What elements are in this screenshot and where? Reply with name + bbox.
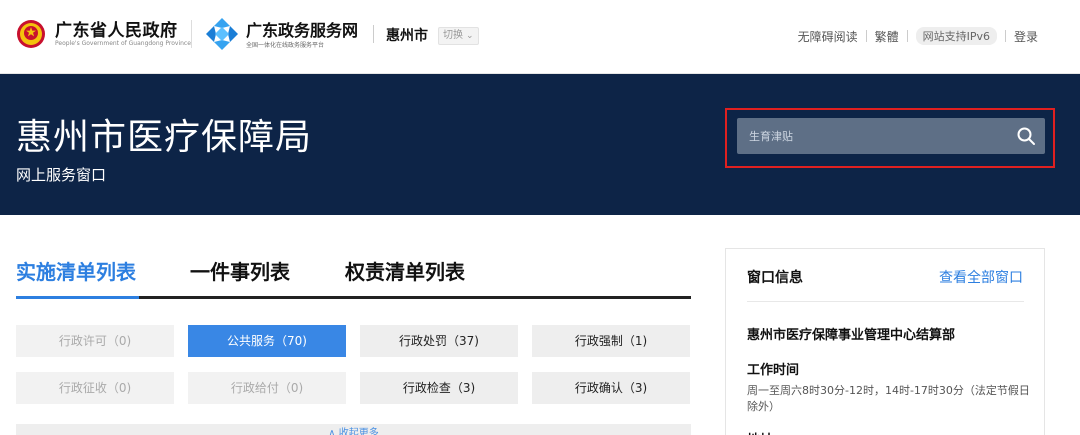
active-tab-indicator (16, 296, 139, 299)
divider (373, 25, 374, 43)
category-administrative-penalty[interactable]: 行政处罚（37) (360, 325, 518, 357)
category-administrative-inspection[interactable]: 行政检查（3) (360, 372, 518, 404)
list-tabs: 实施清单列表 一件事列表 权责清单列表 (16, 257, 691, 299)
search-icon[interactable] (1016, 126, 1036, 146)
gov-subtitle: People's Government of Guangdong Provinc… (55, 40, 191, 47)
gov-title[interactable]: 广东省人民政府 (55, 16, 178, 41)
national-emblem-icon[interactable] (16, 19, 46, 49)
window-info-panel: 窗口信息 查看全部窗口 惠州市医疗保障事业管理中心结算部 工作时间 周一至周六8… (725, 248, 1045, 435)
view-all-windows-link[interactable]: 查看全部窗口 (939, 267, 1023, 287)
portal-subtitle: 全国一体化在线政务服务平台 (246, 42, 325, 49)
divider (747, 301, 1024, 302)
search-box (737, 118, 1045, 154)
category-administrative-license[interactable]: 行政许可（0) (16, 325, 174, 357)
page-banner: 惠州市医疗保障局 网上服务窗口 (0, 74, 1080, 215)
top-links: 无障碍阅读 繁體 网站支持IPv6 登录 (790, 27, 1046, 45)
work-time-label: 工作时间 (747, 363, 800, 378)
city-switch-button[interactable]: 切换 ⌄ (438, 27, 479, 45)
page-title: 惠州市医疗保障局 (16, 117, 313, 158)
ipv6-badge: 网站支持IPv6 (915, 27, 997, 45)
login-link[interactable]: 登录 (1006, 28, 1046, 45)
address-label: 地址 (747, 429, 773, 435)
panel-title: 窗口信息 (747, 270, 803, 286)
category-administrative-confirmation[interactable]: 行政确认（3) (532, 372, 690, 404)
tab-power-responsibility-list[interactable]: 权责清单列表 (345, 257, 465, 299)
tab-one-thing-list[interactable]: 一件事列表 (190, 257, 290, 299)
switch-label: 切换 (443, 30, 463, 41)
accessible-reading-link[interactable]: 无障碍阅读 (790, 28, 866, 45)
traditional-chinese-link[interactable]: 繁體 (867, 28, 907, 45)
divider (906, 30, 908, 42)
gd-portal-logo-icon[interactable] (204, 16, 240, 52)
tab-implementation-list[interactable]: 实施清单列表 (16, 257, 136, 299)
portal-title[interactable]: 广东政务服务网 (246, 17, 358, 41)
category-administrative-levy[interactable]: 行政征收（0) (16, 372, 174, 404)
search-highlight-frame (725, 108, 1055, 168)
category-administrative-payment[interactable]: 行政给付（0) (188, 372, 346, 404)
search-input[interactable] (737, 118, 1007, 154)
top-bar: 广东省人民政府 People's Government of Guangdong… (0, 0, 1080, 74)
category-public-service[interactable]: 公共服务（70) (188, 325, 346, 357)
collapse-more-button[interactable]: ∧ 收起更多 (16, 424, 691, 435)
page-subtitle: 网上服务窗口 (16, 166, 107, 184)
divider (191, 20, 192, 48)
window-org-name: 惠州市医疗保障事业管理中心结算部 (747, 328, 956, 343)
work-hours: 周一至周六8时30分-12时，14时-17时30分（法定节假日除外） (747, 384, 1030, 413)
category-administrative-enforcement[interactable]: 行政强制（1) (532, 325, 690, 357)
current-city: 惠州市 (386, 28, 428, 44)
chevron-down-icon: ⌄ (466, 31, 474, 41)
